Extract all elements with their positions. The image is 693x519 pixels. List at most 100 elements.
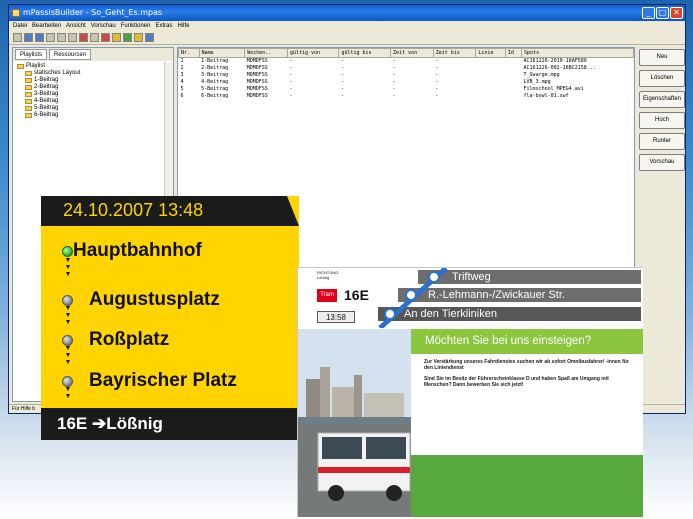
delete-icon[interactable]: [79, 33, 88, 42]
cell-spots: AC161226-2010-10AF580: [523, 58, 587, 65]
menu-datei[interactable]: Datei: [13, 21, 27, 31]
direction-value: Lößnig: [317, 275, 330, 280]
cell-nr: 3: [180, 72, 184, 78]
tree-item-layout[interactable]: statisches Layout: [25, 70, 169, 77]
cell: -: [392, 58, 396, 65]
cell-nr: 1: [180, 58, 184, 65]
cell: [476, 79, 505, 86]
menu-funktionen[interactable]: Funktionen: [121, 21, 151, 31]
cell-nr: 5: [180, 86, 184, 92]
tree-item-playlist[interactable]: Playlist: [17, 63, 169, 70]
cell: [505, 58, 521, 65]
delete-button[interactable]: Löschen: [639, 70, 685, 87]
copy-icon[interactable]: [57, 33, 66, 42]
menu-vorschau[interactable]: Vorschau: [91, 21, 116, 31]
display-datetime: 24.10.2007 13:48: [63, 200, 204, 220]
table-row[interactable]: 1 1-Beitrag MDMDFSS - - - - AC161226-2010-10AF5…: [179, 58, 634, 65]
cell: -: [340, 93, 344, 99]
column-header[interactable]: Id: [504, 48, 523, 58]
menu-ansicht[interactable]: Ansicht: [66, 21, 86, 31]
new-button[interactable]: Neu: [639, 49, 685, 66]
stop-label: Bayrischer Platz: [89, 370, 237, 391]
tree-label: statisches Layout: [34, 70, 81, 76]
menu-bearbeiten[interactable]: Bearbeiten: [32, 21, 61, 31]
cut-icon[interactable]: [46, 33, 55, 42]
hint-icon[interactable]: [134, 33, 143, 42]
status-text: Für Hilfe b: [12, 406, 36, 412]
tree-item-1[interactable]: 1-Beitrag: [25, 77, 169, 84]
folder-icon: [17, 64, 24, 69]
tree-label: 2-Beitrag: [34, 84, 59, 90]
stop-dot-icon: [62, 294, 73, 306]
cell: -: [340, 79, 344, 85]
preview-icon[interactable]: [123, 33, 132, 42]
open-icon[interactable]: [24, 33, 33, 42]
cell: [476, 58, 505, 65]
help-icon[interactable]: [145, 33, 154, 42]
cell: -: [435, 93, 439, 99]
paste-icon[interactable]: [68, 33, 77, 42]
up-button[interactable]: Hoch: [639, 112, 685, 129]
column-header[interactable]: Spots: [521, 48, 634, 58]
window-title: mPassisBuilder - So_Geht_Es.mpas: [23, 8, 163, 17]
cell: [505, 86, 521, 93]
properties-icon[interactable]: [90, 33, 99, 42]
column-header[interactable]: Linie: [475, 48, 506, 58]
column-header[interactable]: Wochen..: [244, 48, 288, 58]
play-icon[interactable]: [112, 33, 121, 42]
tree-item-6[interactable]: 6-Beitrag: [25, 112, 169, 119]
table-row[interactable]: 3 3-Beitrag MDMDFSS - - - - T_Swarge.mpg: [179, 72, 634, 79]
stop-1: Augustusplatz: [62, 289, 220, 311]
column-header[interactable]: gültig von: [286, 48, 340, 58]
column-header[interactable]: gültig bis: [338, 48, 391, 58]
column-header[interactable]: Name: [198, 48, 246, 58]
folder-icon: [25, 113, 32, 118]
column-header[interactable]: Zeit von: [390, 48, 434, 58]
down-button[interactable]: Runter: [639, 133, 685, 150]
tree-label: 4-Beitrag: [34, 98, 59, 104]
table-row[interactable]: 4 4-Beitrag MDMDFSS - - - - LVB_3.mpg: [179, 79, 634, 86]
preview-button[interactable]: Vorschau: [639, 154, 685, 171]
stop-icon[interactable]: [101, 33, 110, 42]
stop-current: Hauptbahnhof: [62, 240, 202, 262]
cell: [505, 93, 521, 100]
panel-tabs: Playlists Ressourcen: [13, 48, 173, 61]
table-row[interactable]: 6 6-Beitrag MDMDFSS - - - - fla-bowl-01.swf: [179, 93, 634, 100]
cell: [505, 65, 521, 72]
tab-ressourcen[interactable]: Ressourcen: [49, 49, 92, 60]
tree-label: 3-Beitrag: [34, 91, 59, 97]
properties-button[interactable]: Eigenschaften: [639, 91, 685, 108]
new-icon[interactable]: [13, 33, 22, 42]
column-header[interactable]: Nr.: [178, 48, 200, 58]
datetime-bar: 24.10.2007 13:48: [41, 196, 299, 226]
minimize-button[interactable]: _: [642, 7, 655, 19]
stop-3: Bayrischer Platz: [62, 370, 237, 392]
cell-nr: 4: [180, 79, 184, 85]
tree-item-3[interactable]: 3-Beitrag: [25, 91, 169, 98]
cell: -: [340, 72, 344, 78]
table-row[interactable]: 5 5-Beitrag MDMDFSS - - - - Filmschool_MPEG4.av…: [179, 86, 634, 93]
maximize-button[interactable]: □: [656, 7, 669, 19]
tab-playlists[interactable]: Playlists: [15, 49, 48, 60]
table-row[interactable]: 2 2-Beitrag MDMDFSS - - - - AC161226-002-16BC21…: [179, 65, 634, 72]
save-icon[interactable]: [35, 33, 44, 42]
cell-wochen: MDMDFSS: [246, 93, 268, 99]
menu-extras[interactable]: Extras: [155, 21, 172, 31]
arrow-down-icon: ▼ ▼ ▼: [64, 305, 72, 326]
tram-display: RICHTUNG: Lößnig Triftweg R.-Lehmann-/Zw…: [297, 267, 643, 517]
cell: [505, 79, 521, 86]
column-header[interactable]: Zeit bis: [432, 48, 477, 58]
cell: -: [392, 79, 396, 85]
tree-item-2[interactable]: 2-Beitrag: [25, 84, 169, 91]
cell: [476, 65, 505, 72]
cell: -: [289, 93, 293, 99]
close-button[interactable]: ✕: [670, 7, 683, 19]
tree-item-4[interactable]: 4-Beitrag: [25, 98, 169, 105]
stop-dot-icon: [62, 334, 73, 346]
cell: -: [435, 58, 439, 65]
arrow-down-icon: ▼ ▼: [64, 386, 72, 400]
ad-body: Zur Verstärkung unseres Fahrdienstes suc…: [411, 354, 643, 393]
title-bar: mPassisBuilder - So_Geht_Es.mpas _ □ ✕: [9, 5, 685, 21]
tree-item-5[interactable]: 5-Beitrag: [25, 105, 169, 112]
menu-hilfe[interactable]: Hilfe: [177, 21, 189, 31]
